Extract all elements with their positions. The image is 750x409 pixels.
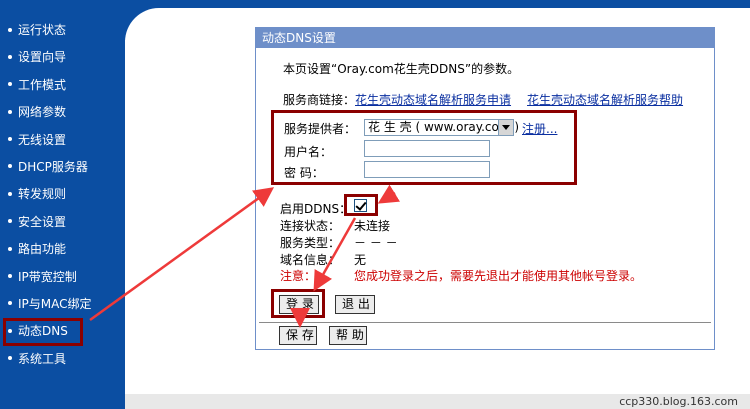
sidebar-item-label: 转发规则 xyxy=(18,187,67,202)
top-corner-curve xyxy=(125,0,165,48)
provider-links-label: 服务商链接： xyxy=(283,93,356,107)
sidebar-item-label: IP带宽控制 xyxy=(18,269,77,284)
sidebar-item-system-tools[interactable]: 系统工具 xyxy=(0,346,125,373)
help-button[interactable]: 帮 助 xyxy=(329,326,367,345)
username-label: 用户名： xyxy=(284,145,333,159)
sidebar-item-wireless[interactable]: 无线设置 xyxy=(0,127,125,154)
provider-label: 服务提供者： xyxy=(284,122,357,136)
conn-status-value: 未连接 xyxy=(354,219,391,233)
sidebar-item-label: 设置向导 xyxy=(18,50,67,65)
password-input[interactable] xyxy=(364,161,490,178)
bullet-icon xyxy=(8,137,12,142)
link-service-help[interactable]: 花生壳动态域名解析服务帮助 xyxy=(527,93,683,107)
enable-ddns-label: 启用DDNS： xyxy=(280,202,352,216)
enable-ddns-checkbox[interactable] xyxy=(354,199,367,212)
bullet-icon xyxy=(8,27,12,32)
sidebar-item-label: 路由功能 xyxy=(18,242,67,257)
bullet-icon xyxy=(8,356,12,361)
intro-text: 本页设置“Oray.com花生壳DDNS”的参数。 xyxy=(283,62,520,76)
bullet-icon xyxy=(8,301,12,306)
username-input[interactable] xyxy=(364,140,490,157)
bullet-icon xyxy=(8,219,12,224)
sidebar-item-label: 工作模式 xyxy=(18,77,67,92)
logout-button[interactable]: 退 出 xyxy=(335,295,375,314)
save-button[interactable]: 保 存 xyxy=(279,326,317,345)
note-label: 注意： xyxy=(280,269,317,283)
watermark-text: ccp330.blog.163.com xyxy=(619,395,738,408)
ddns-settings-panel: 动态DNS设置 本页设置“Oray.com花生壳DDNS”的参数。 服务商链接：… xyxy=(255,27,715,350)
bullet-icon xyxy=(8,164,12,169)
bullet-icon xyxy=(8,246,12,251)
top-border xyxy=(125,0,750,8)
sidebar-item-security[interactable]: 安全设置 xyxy=(0,209,125,236)
sidebar-item-network[interactable]: 网络参数 xyxy=(0,99,125,126)
chevron-down-icon[interactable] xyxy=(498,120,513,135)
sidebar-item-label: 安全设置 xyxy=(18,214,67,229)
sidebar-item-routing[interactable]: 路由功能 xyxy=(0,236,125,263)
service-type-label: 服务类型： xyxy=(280,236,341,250)
login-button[interactable]: 登 录 xyxy=(279,295,319,314)
sidebar-item-dhcp[interactable]: DHCP服务器 xyxy=(0,154,125,181)
sidebar-item-wizard[interactable]: 设置向导 xyxy=(0,44,125,71)
provider-select[interactable]: 花 生 壳 ( www.oray.com ) xyxy=(364,119,519,136)
link-apply-service[interactable]: 花生壳动态域名解析服务申请 xyxy=(355,93,511,107)
sidebar-item-label: IP与MAC绑定 xyxy=(18,296,92,311)
sidebar-item-label: 运行状态 xyxy=(18,23,67,37)
domain-info-label: 域名信息： xyxy=(280,253,341,267)
note-text: 您成功登录之后，需要先退出才能使用其他帐号登录。 xyxy=(354,269,643,283)
conn-status-label: 连接状态： xyxy=(280,219,341,233)
register-link[interactable]: 注册... xyxy=(522,120,557,137)
panel-title: 动态DNS设置 xyxy=(256,28,714,48)
service-type-value: － － － xyxy=(354,236,398,250)
bullet-icon xyxy=(8,82,12,87)
sidebar-highlight-box xyxy=(3,318,83,346)
provider-links-row: 服务商链接：花生壳动态域名解析服务申请 花生壳动态域名解析服务帮助 xyxy=(283,91,683,108)
sidebar-item-label: 无线设置 xyxy=(18,132,67,147)
bullet-icon xyxy=(8,109,12,114)
sidebar-nav: 运行状态 设置向导 工作模式 网络参数 无线设置 DHCP服务器 转发规则 安全… xyxy=(0,0,125,409)
sidebar-item-label: 网络参数 xyxy=(18,105,67,120)
sidebar-item-bandwidth[interactable]: IP带宽控制 xyxy=(0,264,125,291)
sidebar-item-label: DHCP服务器 xyxy=(18,159,88,174)
domain-info-value: 无 xyxy=(354,253,367,267)
sidebar-item-ip-mac[interactable]: IP与MAC绑定 xyxy=(0,291,125,318)
bullet-icon xyxy=(8,274,12,279)
sidebar-item-status[interactable]: 运行状态 xyxy=(0,17,125,44)
bullet-icon xyxy=(8,191,12,196)
sidebar-item-forwarding[interactable]: 转发规则 xyxy=(0,181,125,208)
sidebar-item-label: 系统工具 xyxy=(18,351,67,366)
provider-selected-value: 花 生 壳 ( www.oray.com ) xyxy=(368,120,520,134)
password-label: 密 码： xyxy=(284,166,324,180)
bullet-icon xyxy=(8,54,12,59)
divider-line xyxy=(259,322,711,323)
sidebar-item-work-mode[interactable]: 工作模式 xyxy=(0,72,125,99)
